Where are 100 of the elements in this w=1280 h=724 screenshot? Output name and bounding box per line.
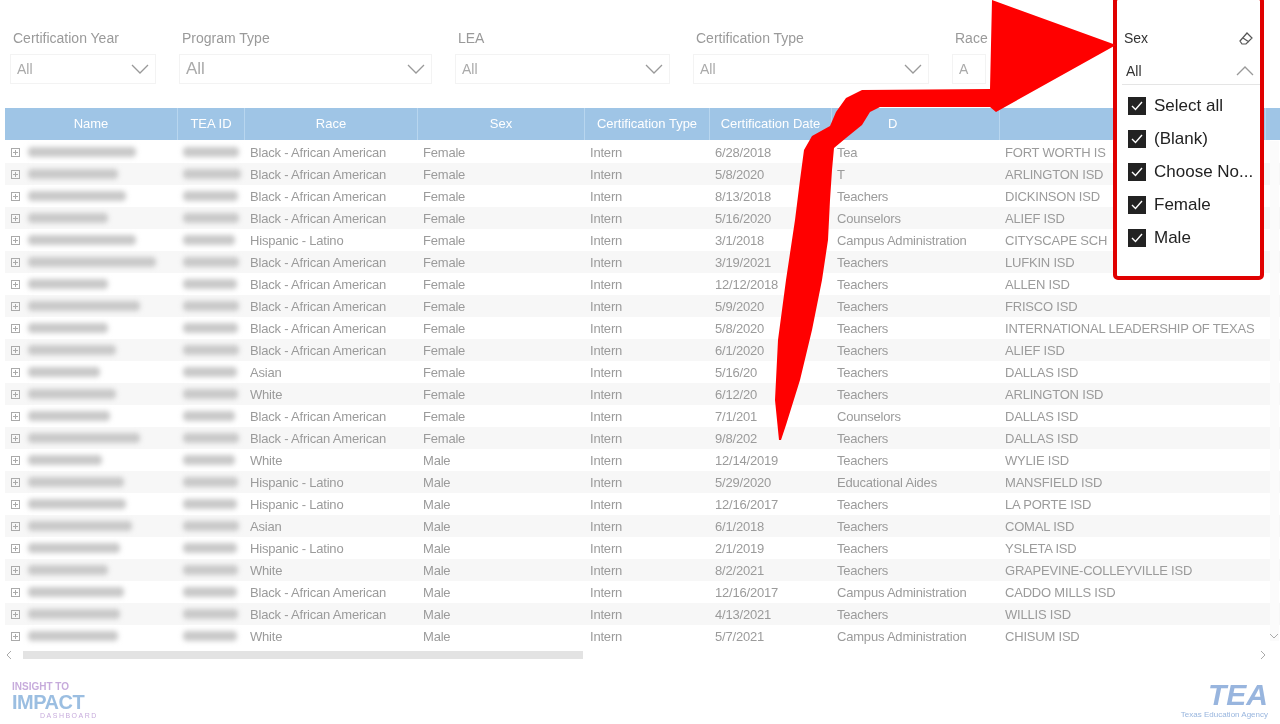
filter-dropdown[interactable]: All bbox=[179, 54, 432, 84]
scroll-left-icon[interactable] bbox=[5, 650, 13, 660]
chevron-down-icon bbox=[407, 64, 425, 74]
sex-cell: Female bbox=[423, 188, 466, 204]
table-cell: Teachers bbox=[837, 430, 889, 446]
expand-icon[interactable] bbox=[11, 235, 20, 245]
column-header[interactable]: TEA ID bbox=[190, 116, 232, 131]
expand-icon[interactable] bbox=[11, 521, 20, 531]
checkbox[interactable] bbox=[1128, 96, 1146, 115]
expand-icon[interactable] bbox=[11, 411, 20, 421]
table-cell: ARLINGTON ISD bbox=[1005, 166, 1104, 182]
checkbox[interactable] bbox=[1128, 129, 1146, 148]
expand-icon[interactable] bbox=[11, 301, 20, 311]
column-header[interactable]: Certification Type bbox=[596, 116, 698, 131]
filter-dropdown[interactable]: All bbox=[10, 54, 156, 84]
column-header[interactable]: Certification Date bbox=[720, 116, 821, 131]
expand-icon[interactable] bbox=[11, 257, 20, 267]
table-cell: Counselors bbox=[837, 408, 901, 424]
sex-cell: Male bbox=[423, 606, 451, 622]
expand-icon[interactable] bbox=[11, 609, 20, 619]
checkbox[interactable] bbox=[1128, 195, 1146, 214]
sex-cell: Male bbox=[423, 584, 451, 600]
expand-icon[interactable] bbox=[11, 455, 20, 465]
sex-cell: Female bbox=[423, 166, 466, 182]
expand-icon[interactable] bbox=[11, 169, 20, 179]
filter-dropdown[interactable]: All bbox=[455, 54, 670, 84]
race-cell: White bbox=[250, 386, 283, 402]
certification-type-cell: Intern bbox=[590, 144, 623, 160]
table-cell: ARLINGTON ISD bbox=[1005, 386, 1104, 402]
date-cell: 6/1/2020 bbox=[715, 342, 764, 358]
table-cell: FORT WORTH IS bbox=[1005, 144, 1106, 160]
date-cell: 6/12/20 bbox=[715, 386, 757, 402]
scroll-right-icon[interactable] bbox=[1259, 650, 1267, 660]
checkbox[interactable] bbox=[1128, 228, 1146, 247]
column-header[interactable]: Name bbox=[73, 116, 109, 131]
table-cell: YSLETA ISD bbox=[1005, 540, 1077, 556]
filter-label: LEA bbox=[457, 30, 486, 46]
checkbox-item[interactable]: (Blank) bbox=[1128, 122, 1256, 155]
race-cell: Black - African American bbox=[250, 144, 387, 160]
expand-icon[interactable] bbox=[11, 191, 20, 201]
blurred-text bbox=[183, 146, 239, 157]
table-cell: Teachers bbox=[837, 342, 889, 358]
expand-icon[interactable] bbox=[11, 565, 20, 575]
checkbox-item[interactable]: Female bbox=[1128, 188, 1256, 221]
expand-icon[interactable] bbox=[11, 543, 20, 553]
expand-icon[interactable] bbox=[11, 367, 20, 377]
column-header[interactable]: Sex bbox=[489, 116, 513, 131]
expand-icon[interactable] bbox=[11, 587, 20, 597]
blurred-text bbox=[183, 564, 238, 575]
table-cell: Tea bbox=[837, 144, 858, 160]
filter-label: Certification Type bbox=[695, 30, 805, 46]
expand-icon[interactable] bbox=[11, 147, 20, 157]
date-cell: 12/16/2017 bbox=[715, 584, 779, 600]
sex-cell: Female bbox=[423, 298, 466, 314]
certification-type-cell: Intern bbox=[590, 474, 623, 490]
table-cell: Campus Administration bbox=[837, 232, 967, 248]
filter-dropdown[interactable]: All bbox=[693, 54, 929, 84]
race-cell: Hispanic - Latino bbox=[250, 474, 344, 490]
expand-icon[interactable] bbox=[11, 279, 20, 289]
scroll-down-icon[interactable] bbox=[1269, 632, 1279, 640]
race-cell: Black - African American bbox=[250, 408, 387, 424]
blurred-text bbox=[183, 586, 237, 597]
race-cell: Black - African American bbox=[250, 254, 387, 270]
blurred-text bbox=[183, 366, 237, 377]
checkbox-item[interactable]: Male bbox=[1128, 221, 1256, 254]
expand-icon[interactable] bbox=[11, 213, 20, 223]
expand-icon[interactable] bbox=[11, 477, 20, 487]
column-header[interactable]: Race bbox=[315, 116, 347, 131]
blurred-text bbox=[183, 256, 239, 267]
date-cell: 3/1/2018 bbox=[715, 232, 764, 248]
slicer-dropdown[interactable]: All bbox=[1122, 58, 1260, 85]
expand-icon[interactable] bbox=[11, 499, 20, 509]
certification-type-cell: Intern bbox=[590, 254, 623, 270]
date-cell: 5/16/2020 bbox=[715, 210, 772, 226]
vertical-scrollbar[interactable] bbox=[1270, 141, 1279, 641]
column-header[interactable]: D bbox=[888, 116, 898, 131]
expand-icon[interactable] bbox=[11, 345, 20, 355]
sex-cell: Female bbox=[423, 232, 466, 248]
race-cell: Hispanic - Latino bbox=[250, 540, 344, 556]
chevron-down-icon bbox=[645, 64, 663, 74]
expand-icon[interactable] bbox=[11, 433, 20, 443]
eraser-icon[interactable] bbox=[1238, 30, 1254, 46]
certification-type-cell: Intern bbox=[590, 584, 623, 600]
filter-label: Certification Year bbox=[12, 30, 120, 46]
race-cell: Black - African American bbox=[250, 342, 387, 358]
expand-icon[interactable] bbox=[11, 631, 20, 641]
expand-icon[interactable] bbox=[11, 389, 20, 399]
checkbox[interactable] bbox=[1128, 162, 1146, 181]
table-cell: ALLEN ISD bbox=[1005, 276, 1070, 292]
blurred-text bbox=[183, 432, 239, 443]
table-cell: WILLIS ISD bbox=[1005, 606, 1071, 622]
race-cell: Black - African American bbox=[250, 584, 387, 600]
checkbox-item[interactable]: Choose No... bbox=[1128, 155, 1256, 188]
date-cell: 12/12/2018 bbox=[715, 276, 779, 292]
expand-icon[interactable] bbox=[11, 323, 20, 333]
filter-dropdown[interactable]: A bbox=[952, 54, 986, 84]
table-cell: COMAL ISD bbox=[1005, 518, 1075, 534]
horizontal-scrollbar[interactable] bbox=[23, 651, 583, 659]
table-cell: DALLAS ISD bbox=[1005, 430, 1079, 446]
checkbox-item[interactable]: Select all bbox=[1128, 89, 1256, 122]
